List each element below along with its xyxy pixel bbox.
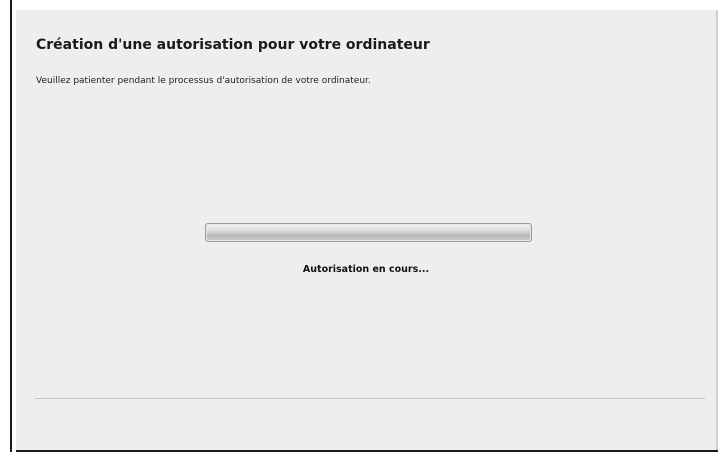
progress-status-text: Autorisation en cours...	[302, 264, 430, 275]
dialog-title: Création d'une autorisation pour votre o…	[36, 37, 430, 53]
dialog-separator	[35, 398, 705, 399]
progress-bar-fill	[207, 225, 530, 240]
dialog-panel: Création d'une autorisation pour votre o…	[16, 10, 716, 452]
progress-bar	[205, 223, 532, 242]
authorization-window: Création d'une autorisation pour votre o…	[0, 0, 718, 452]
dialog-description: Veuillez patienter pendant le processus …	[36, 76, 371, 86]
window-left-border	[10, 0, 12, 452]
